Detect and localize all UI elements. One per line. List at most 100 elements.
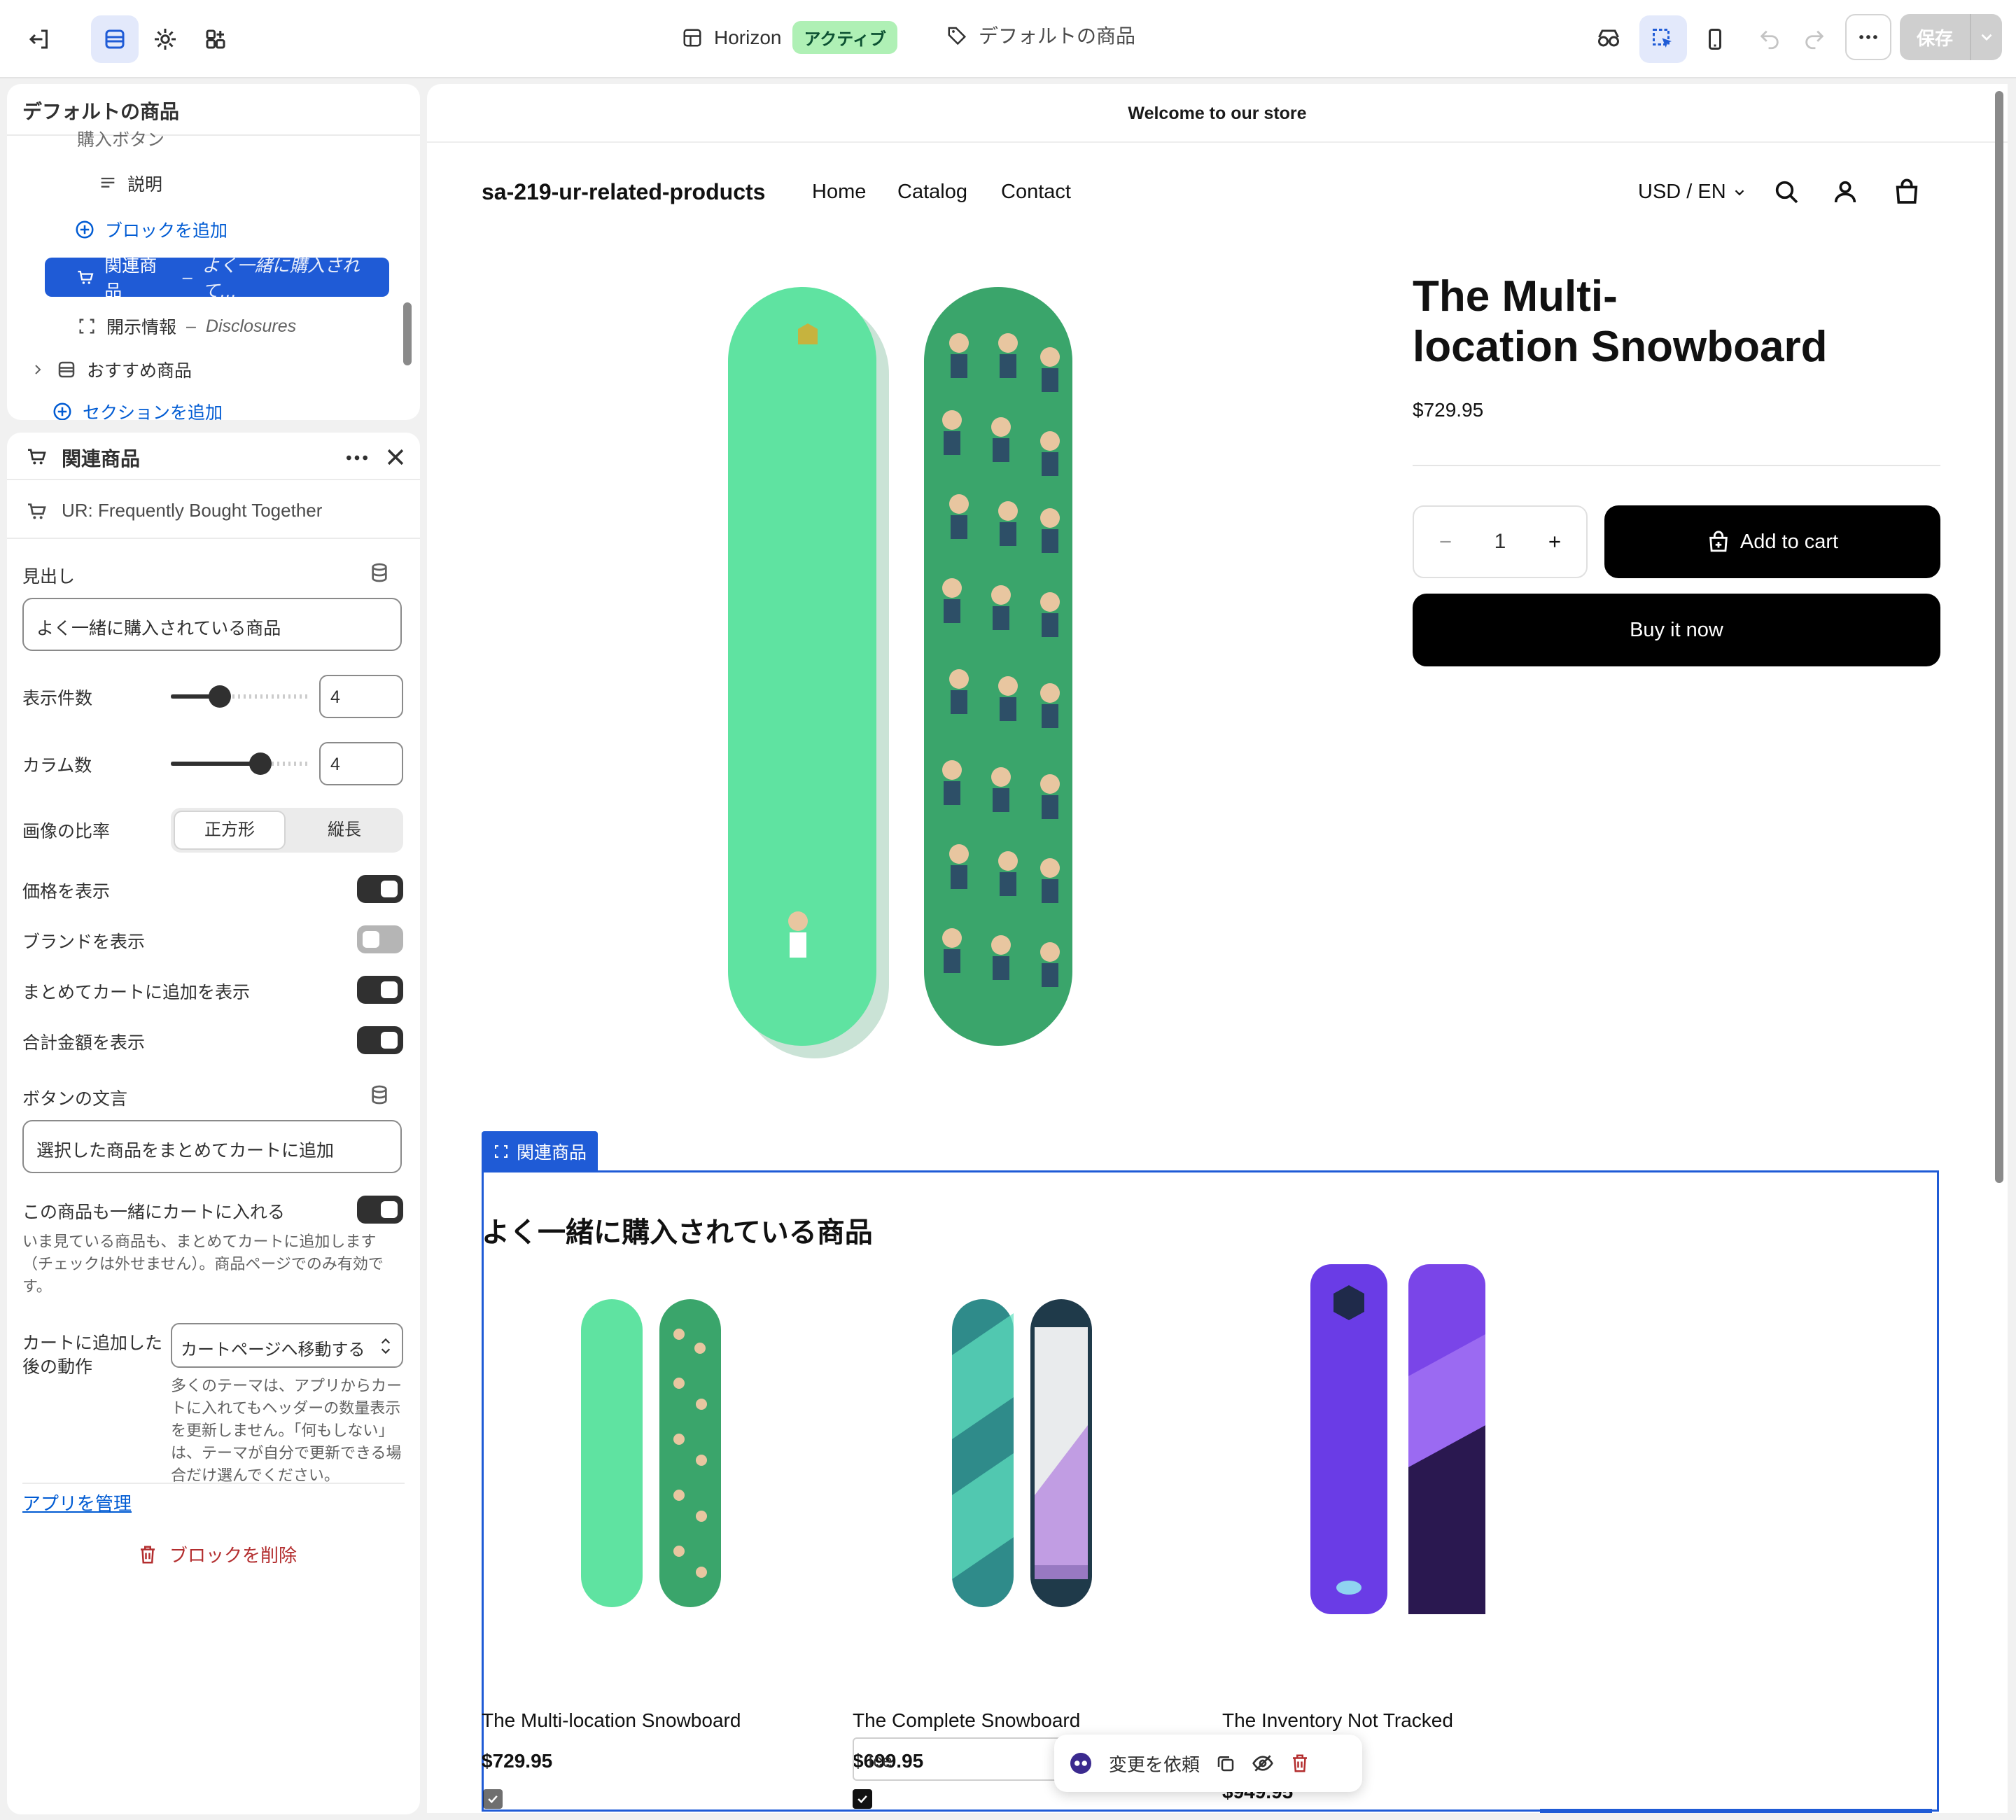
trash-icon[interactable] bbox=[1289, 1752, 1310, 1774]
divider bbox=[22, 1483, 405, 1484]
product-card-title[interactable]: The Complete Snowboard bbox=[853, 1705, 1147, 1736]
block-settings-panel: 関連商品 UR: Frequently Bought Together 見出し … bbox=[7, 433, 420, 1814]
undo-button[interactable] bbox=[1746, 15, 1793, 63]
heading-input[interactable]: よく一緒に購入されている商品 bbox=[22, 598, 402, 651]
account-icon[interactable] bbox=[1831, 178, 1859, 206]
ratio-option-portrait[interactable]: 縦長 bbox=[288, 811, 400, 850]
count-slider-knob[interactable] bbox=[209, 685, 231, 708]
exit-button[interactable] bbox=[15, 15, 63, 63]
hide-icon[interactable] bbox=[1252, 1752, 1274, 1774]
apps-icon bbox=[206, 29, 225, 49]
tree-item-buy-buttons[interactable]: 購入ボタン bbox=[77, 126, 164, 151]
template-name: デフォルトの商品 bbox=[979, 25, 1136, 47]
manage-app-link[interactable]: アプリを管理 bbox=[22, 1490, 132, 1516]
inspector-button[interactable] bbox=[1585, 15, 1632, 63]
chevron-down-icon bbox=[1981, 34, 1992, 41]
template-selector[interactable]: デフォルトの商品 bbox=[946, 21, 1135, 49]
product-card-image[interactable] bbox=[581, 1285, 735, 1677]
quantity-value[interactable]: 1 bbox=[1494, 530, 1506, 554]
section-selection-tag[interactable]: 関連商品 bbox=[482, 1131, 598, 1172]
product-card-checkbox[interactable] bbox=[483, 1789, 503, 1809]
count-input[interactable]: 4 bbox=[319, 675, 403, 718]
theme-settings-button[interactable] bbox=[141, 15, 189, 63]
related-heading: よく一緒に購入されている商品 bbox=[482, 1217, 873, 1248]
product-card-image[interactable] bbox=[1310, 1264, 1492, 1698]
theme-status-badge: アクティブ bbox=[792, 21, 897, 54]
product-card-image[interactable] bbox=[952, 1285, 1106, 1677]
theme-selector[interactable]: Horizon アクティブ bbox=[682, 21, 897, 54]
show-price-toggle[interactable] bbox=[357, 875, 403, 903]
columns-slider-knob[interactable] bbox=[249, 752, 272, 775]
show-bulk-add-toggle[interactable] bbox=[357, 976, 403, 1004]
cart-icon[interactable] bbox=[1893, 178, 1921, 206]
nav-catalog[interactable]: Catalog bbox=[897, 181, 967, 204]
store-logo-text[interactable]: sa-219-ur-related-products bbox=[482, 179, 765, 205]
add-section-button[interactable]: セクションを追加 bbox=[52, 399, 223, 420]
more-actions-button[interactable] bbox=[1845, 14, 1891, 60]
after-add-label: カートに追加した 後の動作 bbox=[22, 1334, 163, 1377]
redo-button[interactable] bbox=[1791, 15, 1838, 63]
tree-item-description[interactable]: 説明 bbox=[98, 171, 162, 196]
show-total-toggle[interactable] bbox=[357, 1026, 403, 1054]
add-block-button[interactable]: ブロックを追加 bbox=[74, 217, 227, 242]
preview-scrollbar[interactable] bbox=[1995, 91, 2003, 1183]
sections-icon bbox=[105, 29, 125, 49]
close-icon[interactable] bbox=[384, 445, 407, 469]
duplicate-icon[interactable] bbox=[1215, 1753, 1236, 1774]
select-mode-button[interactable] bbox=[1639, 15, 1687, 63]
ellipsis-icon bbox=[1859, 35, 1877, 39]
after-add-value: カートページへ移動する bbox=[181, 1340, 365, 1359]
product-card-title[interactable]: The Multi-location Snowboard bbox=[482, 1705, 776, 1736]
currency-locale-selector[interactable]: USD / EN bbox=[1638, 181, 1747, 204]
include-current-toggle[interactable] bbox=[357, 1196, 403, 1224]
ratio-segmented-control: 正方形 縦長 bbox=[171, 808, 403, 853]
minus-icon[interactable] bbox=[1436, 533, 1455, 551]
product-card-checkbox[interactable] bbox=[853, 1789, 872, 1809]
delete-block-button[interactable]: ブロックを削除 bbox=[137, 1541, 297, 1567]
button-text-input[interactable]: 選択した商品をまとめてカートに追加 bbox=[22, 1120, 402, 1173]
mobile-preview-button[interactable] bbox=[1691, 15, 1739, 63]
tree-item-sublabel: Disclosures bbox=[205, 316, 297, 336]
database-icon[interactable] bbox=[368, 561, 391, 584]
show-brand-toggle[interactable] bbox=[357, 925, 403, 953]
dashed-frame-icon bbox=[495, 1145, 507, 1158]
after-add-help: 多くのテーマは、アプリからカー トに入れてもヘッダーの数量表示 を更新しません。… bbox=[171, 1377, 402, 1484]
section-tag-label: 関連商品 bbox=[517, 1143, 587, 1163]
tree-section-featured[interactable]: おすすめ商品 bbox=[29, 357, 192, 382]
divider bbox=[7, 538, 420, 539]
after-add-select[interactable]: カートページへ移動する bbox=[171, 1323, 403, 1368]
ratio-option-square[interactable]: 正方形 bbox=[174, 811, 286, 850]
nav-home[interactable]: Home bbox=[812, 181, 866, 204]
tree-item-disclosures[interactable]: 開示情報 – Disclosures bbox=[77, 314, 296, 339]
product-main-image[interactable] bbox=[728, 287, 1120, 1141]
nav-contact[interactable]: Contact bbox=[1001, 181, 1071, 204]
search-icon[interactable] bbox=[1772, 178, 1800, 206]
ellipsis-icon[interactable] bbox=[343, 444, 371, 472]
buy-now-button[interactable]: Buy it now bbox=[1413, 594, 1940, 666]
database-icon[interactable] bbox=[368, 1084, 391, 1106]
save-button[interactable]: 保存 bbox=[1900, 24, 1970, 50]
chevron-right-icon[interactable] bbox=[29, 361, 46, 378]
add-to-cart-button[interactable]: Add to cart bbox=[1604, 505, 1940, 578]
theme-name: Horizon bbox=[714, 26, 782, 48]
tree-item-sublabel: よく一緒に購入されて… bbox=[202, 256, 360, 301]
cursor-select-icon bbox=[1653, 29, 1672, 48]
plus-icon[interactable] bbox=[1546, 533, 1564, 551]
tree-title: デフォルトの商品 bbox=[22, 101, 180, 122]
tree-scrollbar[interactable] bbox=[403, 302, 412, 365]
tree-item-label: 説明 bbox=[127, 175, 163, 195]
add-to-cart-label: Add to cart bbox=[1740, 530, 1839, 553]
request-changes-button[interactable]: 変更を依頼 bbox=[1109, 1751, 1200, 1777]
tree-item-related-products[interactable]: 関連商品 – よく一緒に購入されて… bbox=[45, 256, 389, 301]
app-name: UR: Frequently Bought Together bbox=[62, 500, 323, 521]
save-options-button[interactable] bbox=[1970, 14, 2002, 60]
button-text-label: ボタンの文言 bbox=[22, 1089, 128, 1109]
undo-icon bbox=[1760, 30, 1779, 50]
layout-icon bbox=[683, 29, 701, 46]
cart-app-icon bbox=[78, 270, 94, 284]
sections-button[interactable] bbox=[91, 15, 139, 63]
product-card-price: $729.95 bbox=[482, 1750, 553, 1772]
tree-item-label: おすすめ商品 bbox=[87, 361, 192, 381]
columns-input[interactable]: 4 bbox=[319, 742, 403, 785]
apps-button[interactable] bbox=[192, 15, 239, 63]
